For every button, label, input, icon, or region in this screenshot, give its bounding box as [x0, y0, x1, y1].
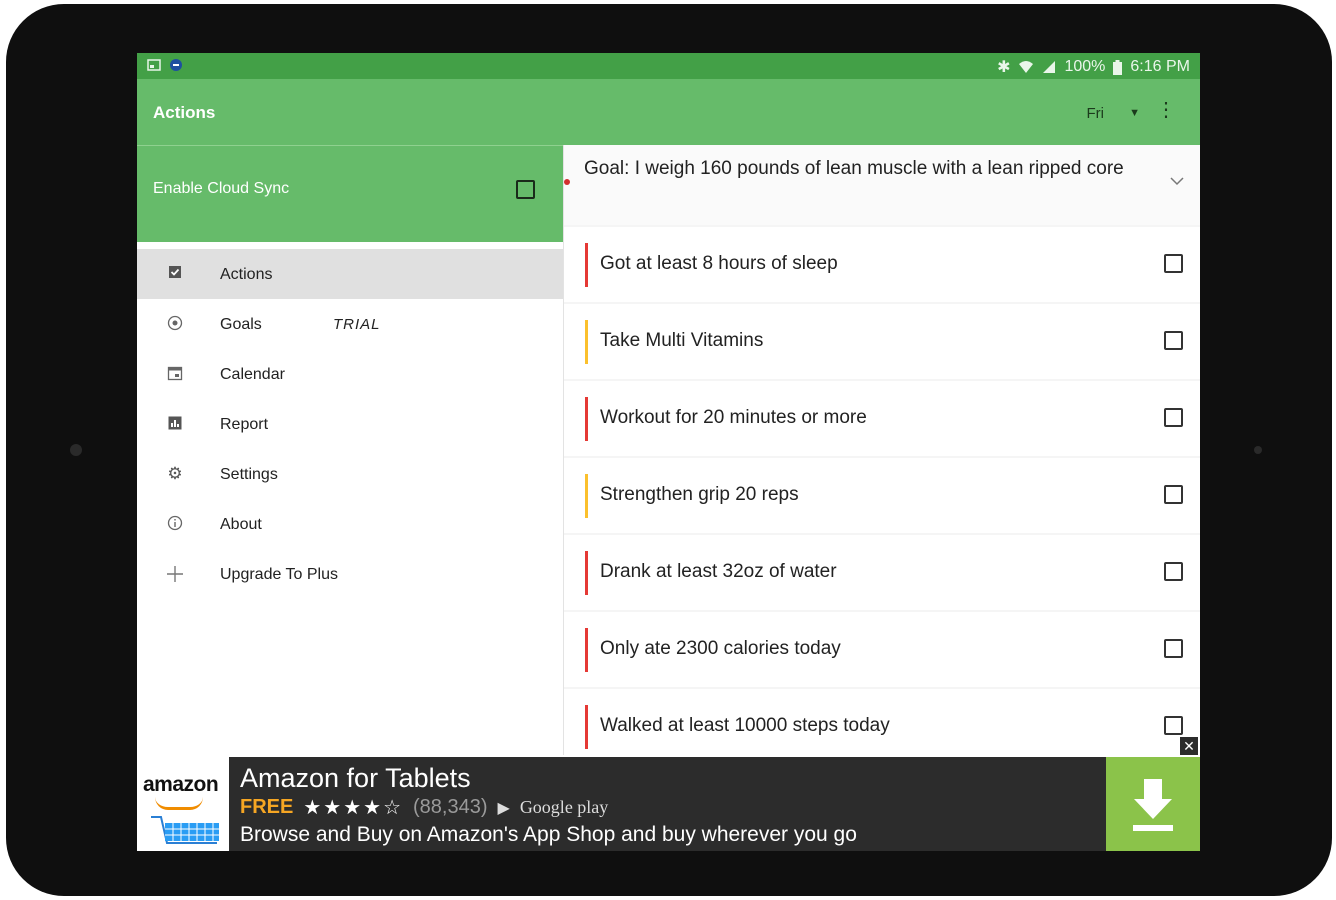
- nav-item-actions[interactable]: Actions: [137, 249, 563, 299]
- chevron-down-icon[interactable]: [1170, 173, 1184, 191]
- nav-item-settings[interactable]: ⚙ Settings: [137, 449, 563, 499]
- battery-icon: [1113, 59, 1123, 75]
- action-checkbox[interactable]: [1164, 485, 1183, 504]
- action-label: Take Multi Vitamins: [600, 330, 764, 351]
- calendar-icon: [166, 365, 184, 383]
- action-label: Drank at least 32oz of water: [600, 561, 837, 582]
- action-item[interactable]: Workout for 20 minutes or more: [564, 381, 1200, 456]
- cloud-sync-row[interactable]: Enable Cloud Sync: [137, 145, 563, 242]
- action-label: Only ate 2300 calories today: [600, 638, 841, 659]
- action-label: Strengthen grip 20 reps: [600, 484, 799, 505]
- priority-bar: [585, 705, 588, 749]
- priority-bar: [585, 474, 588, 518]
- ad-price: FREE: [240, 796, 294, 818]
- goal-text: Goal: I weigh 160 pounds of lean muscle …: [584, 158, 1124, 179]
- screen: ✱ 100% 6:16 PM Actions Fri ▼ ⋮ Enable Cl…: [137, 53, 1200, 851]
- action-item[interactable]: Walked at least 10000 steps today: [564, 689, 1200, 764]
- brand-name: amazon: [143, 773, 219, 796]
- play-store-icon: ▶: [497, 799, 510, 817]
- shopping-cart-icon: [151, 816, 219, 844]
- nav-item-label: Upgrade To Plus: [220, 566, 338, 583]
- target-icon: [166, 315, 184, 333]
- app-bar: Actions Fri ▼ ⋮: [137, 79, 1200, 145]
- priority-bar: [585, 551, 588, 595]
- install-button[interactable]: [1106, 757, 1200, 851]
- nav-item-label: Settings: [220, 466, 278, 483]
- action-checkbox[interactable]: [1164, 408, 1183, 427]
- action-label: Walked at least 10000 steps today: [600, 715, 890, 736]
- nav-item-label: About: [220, 516, 262, 533]
- nav-item-calendar[interactable]: Calendar: [137, 349, 563, 399]
- close-icon[interactable]: ✕: [1180, 737, 1198, 755]
- nav-item-label: Calendar: [220, 366, 285, 383]
- nav-item-label: Goals: [220, 316, 262, 333]
- cloud-sync-label: Enable Cloud Sync: [153, 180, 290, 197]
- nav-drawer: Enable Cloud Sync Actions Goals TRIAL Ca…: [137, 145, 564, 755]
- image-notification-icon: [147, 59, 161, 71]
- status-bar: ✱ 100% 6:16 PM: [137, 53, 1200, 79]
- more-vert-icon[interactable]: ⋮: [1156, 100, 1176, 120]
- ad-headline: Amazon for Tablets: [240, 763, 471, 793]
- check-box-icon: [166, 265, 184, 283]
- action-item[interactable]: Strengthen grip 20 reps: [564, 458, 1200, 533]
- action-item[interactable]: Take Multi Vitamins: [564, 304, 1200, 379]
- amazon-logo: amazon: [137, 757, 229, 851]
- action-checkbox[interactable]: [1164, 716, 1183, 735]
- nav-item-goals[interactable]: Goals TRIAL: [137, 299, 563, 349]
- nav-item-about[interactable]: About: [137, 499, 563, 549]
- actions-panel: Goal: I weigh 160 pounds of lean muscle …: [564, 145, 1200, 764]
- trial-badge: TRIAL: [333, 316, 381, 333]
- action-item[interactable]: Only ate 2300 calories today: [564, 612, 1200, 687]
- priority-bar: [585, 243, 588, 287]
- info-icon: [166, 515, 184, 533]
- front-camera: [70, 444, 82, 456]
- plus-icon: [166, 565, 184, 583]
- goal-priority-dot: [564, 179, 570, 185]
- download-icon: [1133, 779, 1173, 831]
- action-checkbox[interactable]: [1164, 639, 1183, 658]
- app-notification-icon: [170, 59, 182, 71]
- smile-icon: [155, 797, 203, 810]
- priority-bar: [585, 628, 588, 672]
- nav-item-label: Actions: [220, 266, 273, 283]
- bluetooth-icon: ✱: [997, 59, 1011, 76]
- clock: 6:16 PM: [1130, 58, 1190, 75]
- ad-description: Browse and Buy on Amazon's App Shop and …: [240, 823, 857, 846]
- priority-bar: [585, 397, 588, 441]
- goal-header[interactable]: Goal: I weigh 160 pounds of lean muscle …: [564, 145, 1200, 225]
- action-checkbox[interactable]: [1164, 562, 1183, 581]
- battery-level: 100%: [1064, 58, 1106, 75]
- action-checkbox[interactable]: [1164, 331, 1183, 350]
- rating-stars: ★★★★☆: [303, 797, 403, 819]
- action-item[interactable]: Got at least 8 hours of sleep: [564, 227, 1200, 302]
- nav-item-label: Report: [220, 416, 269, 433]
- cloud-sync-checkbox[interactable]: [516, 180, 535, 199]
- side-sensor: [1254, 446, 1262, 454]
- nav-item-report[interactable]: Report: [137, 399, 563, 449]
- action-label: Workout for 20 minutes or more: [600, 407, 867, 428]
- ad-banner[interactable]: ✕ amazon Amazon for Tablets FREE ★★★★☆ (…: [137, 737, 1200, 851]
- action-label: Got at least 8 hours of sleep: [600, 253, 838, 274]
- report-icon: [166, 415, 184, 433]
- day-selector[interactable]: Fri: [1087, 105, 1105, 122]
- nav-list: Actions Goals TRIAL Calendar Report ⚙ Se…: [137, 249, 563, 599]
- nav-item-upgrade[interactable]: Upgrade To Plus: [137, 549, 563, 599]
- gear-icon: ⚙: [167, 464, 183, 483]
- signal-icon: [1043, 61, 1056, 73]
- action-checkbox[interactable]: [1164, 254, 1183, 273]
- chevron-down-icon[interactable]: ▼: [1129, 107, 1140, 119]
- store-name: Google play: [519, 797, 609, 817]
- ad-meta: FREE ★★★★☆ (88,343) ▶ Google play: [240, 795, 608, 820]
- rating-count: (88,343): [413, 796, 488, 818]
- page-title: Actions: [153, 103, 216, 122]
- action-item[interactable]: Drank at least 32oz of water: [564, 535, 1200, 610]
- wifi-icon: [1019, 61, 1034, 73]
- priority-bar: [585, 320, 588, 364]
- action-list: Got at least 8 hours of sleep Take Multi…: [564, 227, 1200, 766]
